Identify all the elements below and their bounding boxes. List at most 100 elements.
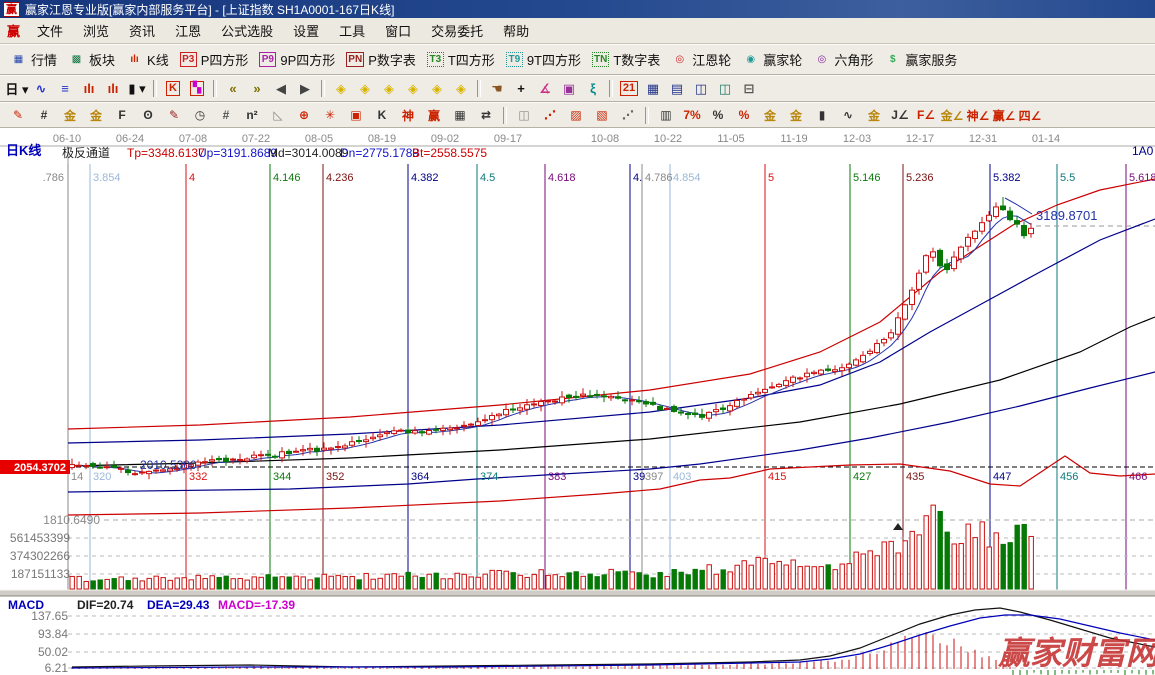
tool-gann-wheel[interactable]: ◎江恩轮 bbox=[667, 48, 738, 71]
next-record-button[interactable]: ▶ bbox=[293, 78, 317, 99]
menu-item-1[interactable]: 文件 bbox=[27, 21, 73, 40]
t-number-table-icon: TN bbox=[592, 52, 609, 67]
calculator-button[interactable]: ▦ bbox=[641, 78, 665, 99]
tool-quotes[interactable]: ▦行情 bbox=[6, 48, 64, 71]
tool-sectors[interactable]: ▩板块 bbox=[64, 48, 122, 71]
menu-item-4[interactable]: 江恩 bbox=[165, 21, 211, 40]
tool-hexagon[interactable]: ◎六角形 bbox=[809, 48, 880, 71]
hand-tool-button[interactable]: ☚ bbox=[485, 78, 509, 99]
hexagon-label: 六角形 bbox=[834, 50, 873, 69]
diamond-right-button[interactable]: ◈ bbox=[353, 78, 377, 99]
tool-p-number-table[interactable]: PNP数字表 bbox=[342, 48, 423, 71]
color-kline-button[interactable]: ▚ bbox=[185, 78, 209, 99]
gann-k-chart-button[interactable]: K bbox=[161, 78, 185, 99]
ying-angle-button[interactable]: 赢∠ bbox=[991, 106, 1017, 125]
gold-angle-base-button[interactable]: 金 bbox=[861, 106, 887, 125]
tool-winner-wheel[interactable]: ◉赢家轮 bbox=[738, 48, 809, 71]
menu-item-10[interactable]: 帮助 bbox=[493, 21, 539, 40]
candle-style-dropdown-button[interactable]: ▮ ▾ bbox=[125, 78, 149, 99]
gann-k-chart-icon: K bbox=[166, 81, 180, 96]
grid-lines-button[interactable]: # bbox=[31, 106, 57, 125]
gold-angle-button[interactable]: 金∠ bbox=[939, 106, 965, 125]
volume-bar bbox=[952, 544, 956, 589]
pattern-match-button[interactable]: ξ bbox=[581, 78, 605, 99]
prev-record-button[interactable]: ◀ bbox=[269, 78, 293, 99]
tool-t-number-table[interactable]: TNT数字表 bbox=[588, 48, 667, 71]
si-angle-button[interactable]: 四∠ bbox=[1017, 106, 1043, 125]
gold-ratio-2-button[interactable]: 金 bbox=[83, 106, 109, 125]
wave-a-button[interactable]: ∿ bbox=[835, 106, 861, 125]
ying-tool-button[interactable]: 赢 bbox=[421, 106, 447, 125]
percent-line-button[interactable]: % bbox=[731, 106, 757, 125]
percent-button[interactable]: % bbox=[705, 106, 731, 125]
candle-body bbox=[133, 474, 138, 475]
calendar-button[interactable]: 21 bbox=[617, 78, 641, 99]
tool-9t-square[interactable]: T99T四方形 bbox=[502, 48, 588, 71]
angle-measure-button[interactable]: ∡ bbox=[533, 78, 557, 99]
gold-circle-button[interactable]: 金 bbox=[757, 106, 783, 125]
first-record-button[interactable]: « bbox=[221, 78, 245, 99]
tool-winner-service[interactable]: $赢家服务 bbox=[880, 48, 964, 71]
tool-kline[interactable]: ılıK线 bbox=[122, 48, 176, 71]
hist-tool-button[interactable]: ▥ bbox=[653, 106, 679, 125]
shen-tool-button[interactable]: 神 bbox=[395, 106, 421, 125]
fibonacci-grid-button[interactable]: F bbox=[109, 106, 135, 125]
menu-item-7[interactable]: 工具 bbox=[329, 21, 375, 40]
tool-t-square[interactable]: T3T四方形 bbox=[423, 48, 502, 71]
print-button[interactable]: ⊟ bbox=[737, 78, 761, 99]
menu-item-0[interactable]: 赢 bbox=[0, 21, 27, 40]
diamond-left-button[interactable]: ◈ bbox=[329, 78, 353, 99]
tool-9p-square[interactable]: P99P四方形 bbox=[255, 48, 342, 71]
fan-box-button[interactable]: ▨ bbox=[563, 106, 589, 125]
tool-p-square[interactable]: P3P四方形 bbox=[176, 48, 256, 71]
info-panel-button[interactable]: ≡ bbox=[53, 78, 77, 99]
menu-item-2[interactable]: 浏览 bbox=[73, 21, 119, 40]
span-arrows-button[interactable]: ⇄ bbox=[473, 106, 499, 125]
trend-pencil-button[interactable]: ⋰ bbox=[615, 106, 641, 125]
k-quote-button[interactable]: K bbox=[369, 106, 395, 125]
grid-table-button[interactable]: ▦ bbox=[447, 106, 473, 125]
candle-measure-button[interactable]: ▮ bbox=[809, 106, 835, 125]
density-lines-button[interactable]: # bbox=[213, 106, 239, 125]
label-tool-button[interactable]: ▣ bbox=[557, 78, 581, 99]
square-of-nine-button[interactable]: n² bbox=[239, 106, 265, 125]
j-angle-button[interactable]: J∠ bbox=[887, 106, 913, 125]
percent-7-button[interactable]: 7% bbox=[679, 106, 705, 125]
set-square-button[interactable]: ◺ bbox=[265, 106, 291, 125]
menu-item-8[interactable]: 窗口 bbox=[375, 21, 421, 40]
save-schedule-button[interactable]: ◫ bbox=[713, 78, 737, 99]
f-angle-button[interactable]: F∠ bbox=[913, 106, 939, 125]
boxed-star-button[interactable]: ▣ bbox=[343, 106, 369, 125]
small-bars-9-button[interactable]: ılı bbox=[101, 78, 125, 99]
shen-angle-button[interactable]: 神∠ bbox=[965, 106, 991, 125]
period-day-dropdown-button[interactable]: 日 ▾ bbox=[5, 78, 29, 99]
menu-item-3[interactable]: 资讯 bbox=[119, 21, 165, 40]
memo-button[interactable]: ▤ bbox=[665, 78, 689, 99]
menu-item-9[interactable]: 交易委托 bbox=[421, 21, 493, 40]
kline-chart-svg[interactable]: 06-1006-2407-0807-2208-0508-1909-0209-17… bbox=[0, 128, 1155, 675]
frame-grid-button[interactable]: ◫ bbox=[511, 106, 537, 125]
menu-item-5[interactable]: 公式选股 bbox=[211, 21, 283, 40]
small-bars-3-button[interactable]: ılı bbox=[77, 78, 101, 99]
marker-pen-button[interactable]: ✎ bbox=[161, 106, 187, 125]
diamond-compress-button[interactable]: ◈ bbox=[377, 78, 401, 99]
fan-lines-button[interactable]: ⋰ bbox=[537, 106, 563, 125]
crosshair-tool-button[interactable]: + bbox=[509, 78, 533, 99]
chart-area[interactable]: 06-1006-2407-0807-2208-0508-1909-0209-17… bbox=[0, 128, 1155, 675]
time-circle-button[interactable]: ◷ bbox=[187, 106, 213, 125]
gann-level-label: 4.382 bbox=[411, 172, 439, 184]
diamond-move-button[interactable]: ◈ bbox=[449, 78, 473, 99]
diamond-expand-button[interactable]: ◈ bbox=[401, 78, 425, 99]
diamond-star-button[interactable]: ◈ bbox=[425, 78, 449, 99]
gold-ratio-1-button[interactable]: 金 bbox=[57, 106, 83, 125]
gold-line-button[interactable]: 金 bbox=[783, 106, 809, 125]
brush-button[interactable]: ✎ bbox=[5, 106, 31, 125]
spiral-button[interactable]: ʘ bbox=[135, 106, 161, 125]
star-burst-button[interactable]: ✳ bbox=[317, 106, 343, 125]
fan-box-alt-button[interactable]: ▧ bbox=[589, 106, 615, 125]
menu-item-6[interactable]: 设置 bbox=[283, 21, 329, 40]
gann-compass-button[interactable]: ⊕ bbox=[291, 106, 317, 125]
trend-zigzag-button[interactable]: ∿ bbox=[29, 78, 53, 99]
save-data-button[interactable]: ◫ bbox=[689, 78, 713, 99]
last-record-button[interactable]: » bbox=[245, 78, 269, 99]
